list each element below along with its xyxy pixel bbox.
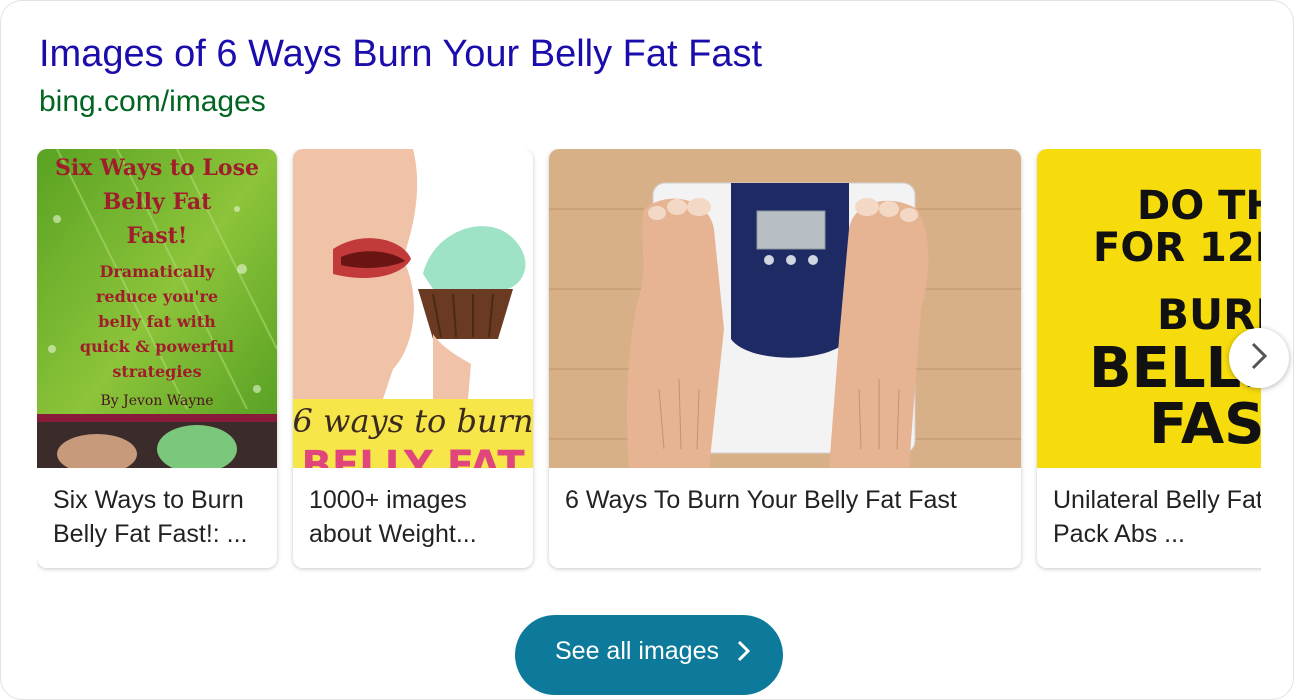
result-card: Images of 6 Ways Burn Your Belly Fat Fas…: [0, 0, 1294, 700]
tile-image-text: strategies: [112, 362, 201, 381]
carousel-next-button[interactable]: [1229, 328, 1289, 388]
tile-image-text: Six Ways to Lose: [55, 155, 259, 181]
tile-image: DO THIS FOR 12MIN BURN BELLY FAST: [1037, 149, 1261, 468]
tile-image-text: FAST: [1149, 392, 1261, 457]
tile-image: [549, 149, 1021, 468]
image-carousel: Six Ways to Lose Belly Fat Fast! Dramati…: [37, 149, 1261, 573]
tile-image-text: FOR 12MIN: [1093, 225, 1261, 271]
tile-image-text: belly fat with: [98, 312, 216, 331]
tile-caption: Six Ways to Burn Belly Fat Fast!: ...: [53, 486, 248, 548]
tile-image-text: BELLY FAT: [301, 443, 525, 468]
see-all-label: See all images: [555, 637, 719, 665]
image-tile[interactable]: Six Ways to Lose Belly Fat Fast! Dramati…: [37, 149, 277, 568]
image-tile[interactable]: DO THIS FOR 12MIN BURN BELLY FAST Unilat…: [1037, 149, 1261, 568]
image-tile[interactable]: 6 ways to burn BELLY FAT 1000+ images ab…: [293, 149, 533, 568]
tile-image-text: By Jevon Wayne: [100, 393, 213, 409]
tile-caption: 6 Ways To Burn Your Belly Fat Fast: [565, 486, 957, 514]
tile-image-text: Fast!: [127, 223, 188, 249]
tile-image-text: DO THIS: [1137, 183, 1261, 229]
tile-image: 6 ways to burn BELLY FAT: [293, 149, 533, 468]
chevron-right-icon: [736, 639, 752, 670]
tile-image-text: reduce you're: [96, 287, 218, 306]
result-source-url: bing.com/images: [39, 85, 266, 118]
tile-image-text: quick & powerful: [80, 337, 234, 356]
tile-image-text: Belly Fat: [103, 189, 212, 215]
tile-image-text: Dramatically: [100, 262, 216, 281]
result-title-link[interactable]: Images of 6 Ways Burn Your Belly Fat Fas…: [39, 31, 762, 77]
see-all-images-button[interactable]: See all images: [515, 615, 783, 695]
tile-caption: 1000+ images about Weight...: [309, 486, 477, 548]
tile-image: Six Ways to Lose Belly Fat Fast! Dramati…: [37, 149, 277, 468]
image-tile[interactable]: 6 Ways To Burn Your Belly Fat Fast: [549, 149, 1021, 568]
tile-image-text: 6 ways to burn: [293, 402, 533, 440]
tile-caption: Unilateral Belly Fat Pack Abs ...: [1053, 486, 1261, 548]
chevron-right-icon: [1248, 341, 1270, 376]
